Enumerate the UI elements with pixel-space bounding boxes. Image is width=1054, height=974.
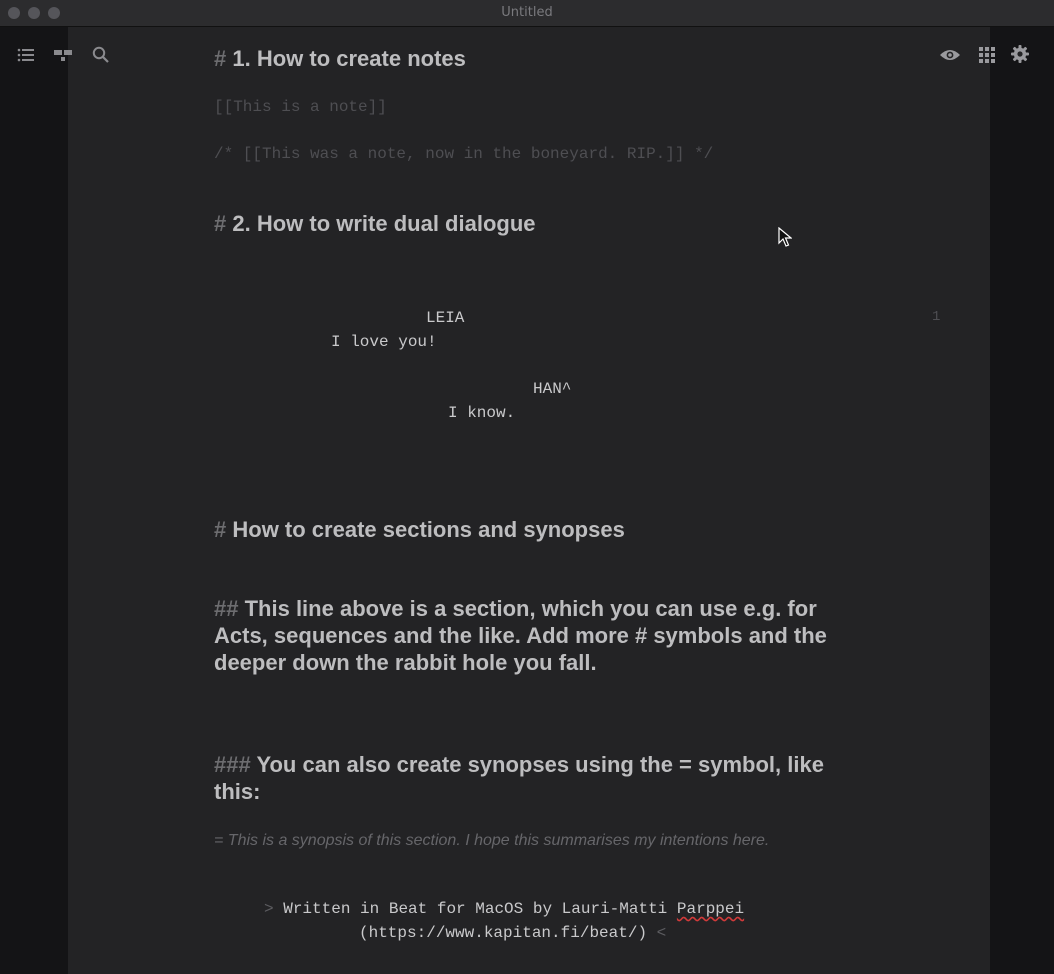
title-bar: Untitled xyxy=(0,0,1054,27)
misspelled-word: Parppei xyxy=(676,900,745,918)
heading-notes[interactable]: # 1. How to create notes xyxy=(214,45,466,72)
character-han[interactable]: HAN^ xyxy=(533,380,571,398)
heading-sections[interactable]: # How to create sections and synopses xyxy=(214,516,625,543)
section-line: deeper down the rabbit hole you fall. xyxy=(214,650,597,675)
synopsis-line[interactable]: = This is a synopsis of this section. I … xyxy=(214,832,769,850)
section-line: You can also create synopses using the =… xyxy=(256,752,824,777)
section-hash: ### xyxy=(214,752,251,777)
section-level-3[interactable]: ### You can also create synopses using t… xyxy=(214,751,854,805)
heading-text: 2. How to write dual dialogue xyxy=(232,211,536,236)
section-line: Acts, sequences and the like. Add more #… xyxy=(214,623,827,648)
preview-eye-icon[interactable] xyxy=(938,44,962,66)
centered-line-1[interactable]: > Written in Beat for MacOS by Lauri-Mat… xyxy=(264,900,744,918)
dialogue-leia[interactable]: I love you! xyxy=(331,333,437,351)
settings-gear-icon[interactable] xyxy=(1009,43,1031,65)
dialogue-han[interactable]: I know. xyxy=(448,404,515,422)
note-line[interactable]: [[This is a note]] xyxy=(214,98,387,116)
character-leia[interactable]: LEIA xyxy=(426,309,464,327)
right-margin xyxy=(990,27,1054,974)
centered-url: (https://www.kapitan.fi/beat/) xyxy=(359,924,648,942)
search-icon[interactable] xyxy=(90,44,112,66)
centered-open-marker: > xyxy=(264,900,274,918)
centered-line-2[interactable]: (https://www.kapitan.fi/beat/) < xyxy=(359,924,666,942)
section-line: This line above is a section, which you … xyxy=(244,596,817,621)
heading-hash: # xyxy=(214,211,227,236)
mouse-pointer-icon xyxy=(778,226,793,252)
boneyard-line[interactable]: /* [[This was a note, now in the boneyar… xyxy=(214,145,713,163)
heading-text: 1. How to create notes xyxy=(232,46,466,71)
window-title: Untitled xyxy=(501,5,553,20)
heading-hash: # xyxy=(214,517,227,542)
centered-close-marker: < xyxy=(656,924,667,942)
section-line: this: xyxy=(214,779,261,804)
heading-dual-dialogue[interactable]: # 2. How to write dual dialogue xyxy=(214,210,536,237)
page-number: 1 xyxy=(932,309,941,325)
heading-hash: # xyxy=(214,46,227,71)
centered-text: Written in Beat for MacOS by Lauri-Matti xyxy=(283,900,668,918)
outline-list-icon[interactable] xyxy=(16,45,36,65)
grid-view-icon[interactable] xyxy=(976,44,998,66)
heading-text: How to create sections and synopses xyxy=(232,517,625,542)
section-hash: ## xyxy=(214,596,239,621)
left-margin xyxy=(0,27,68,974)
index-cards-icon[interactable] xyxy=(52,45,74,65)
section-level-2[interactable]: ## This line above is a section, which y… xyxy=(214,595,854,676)
